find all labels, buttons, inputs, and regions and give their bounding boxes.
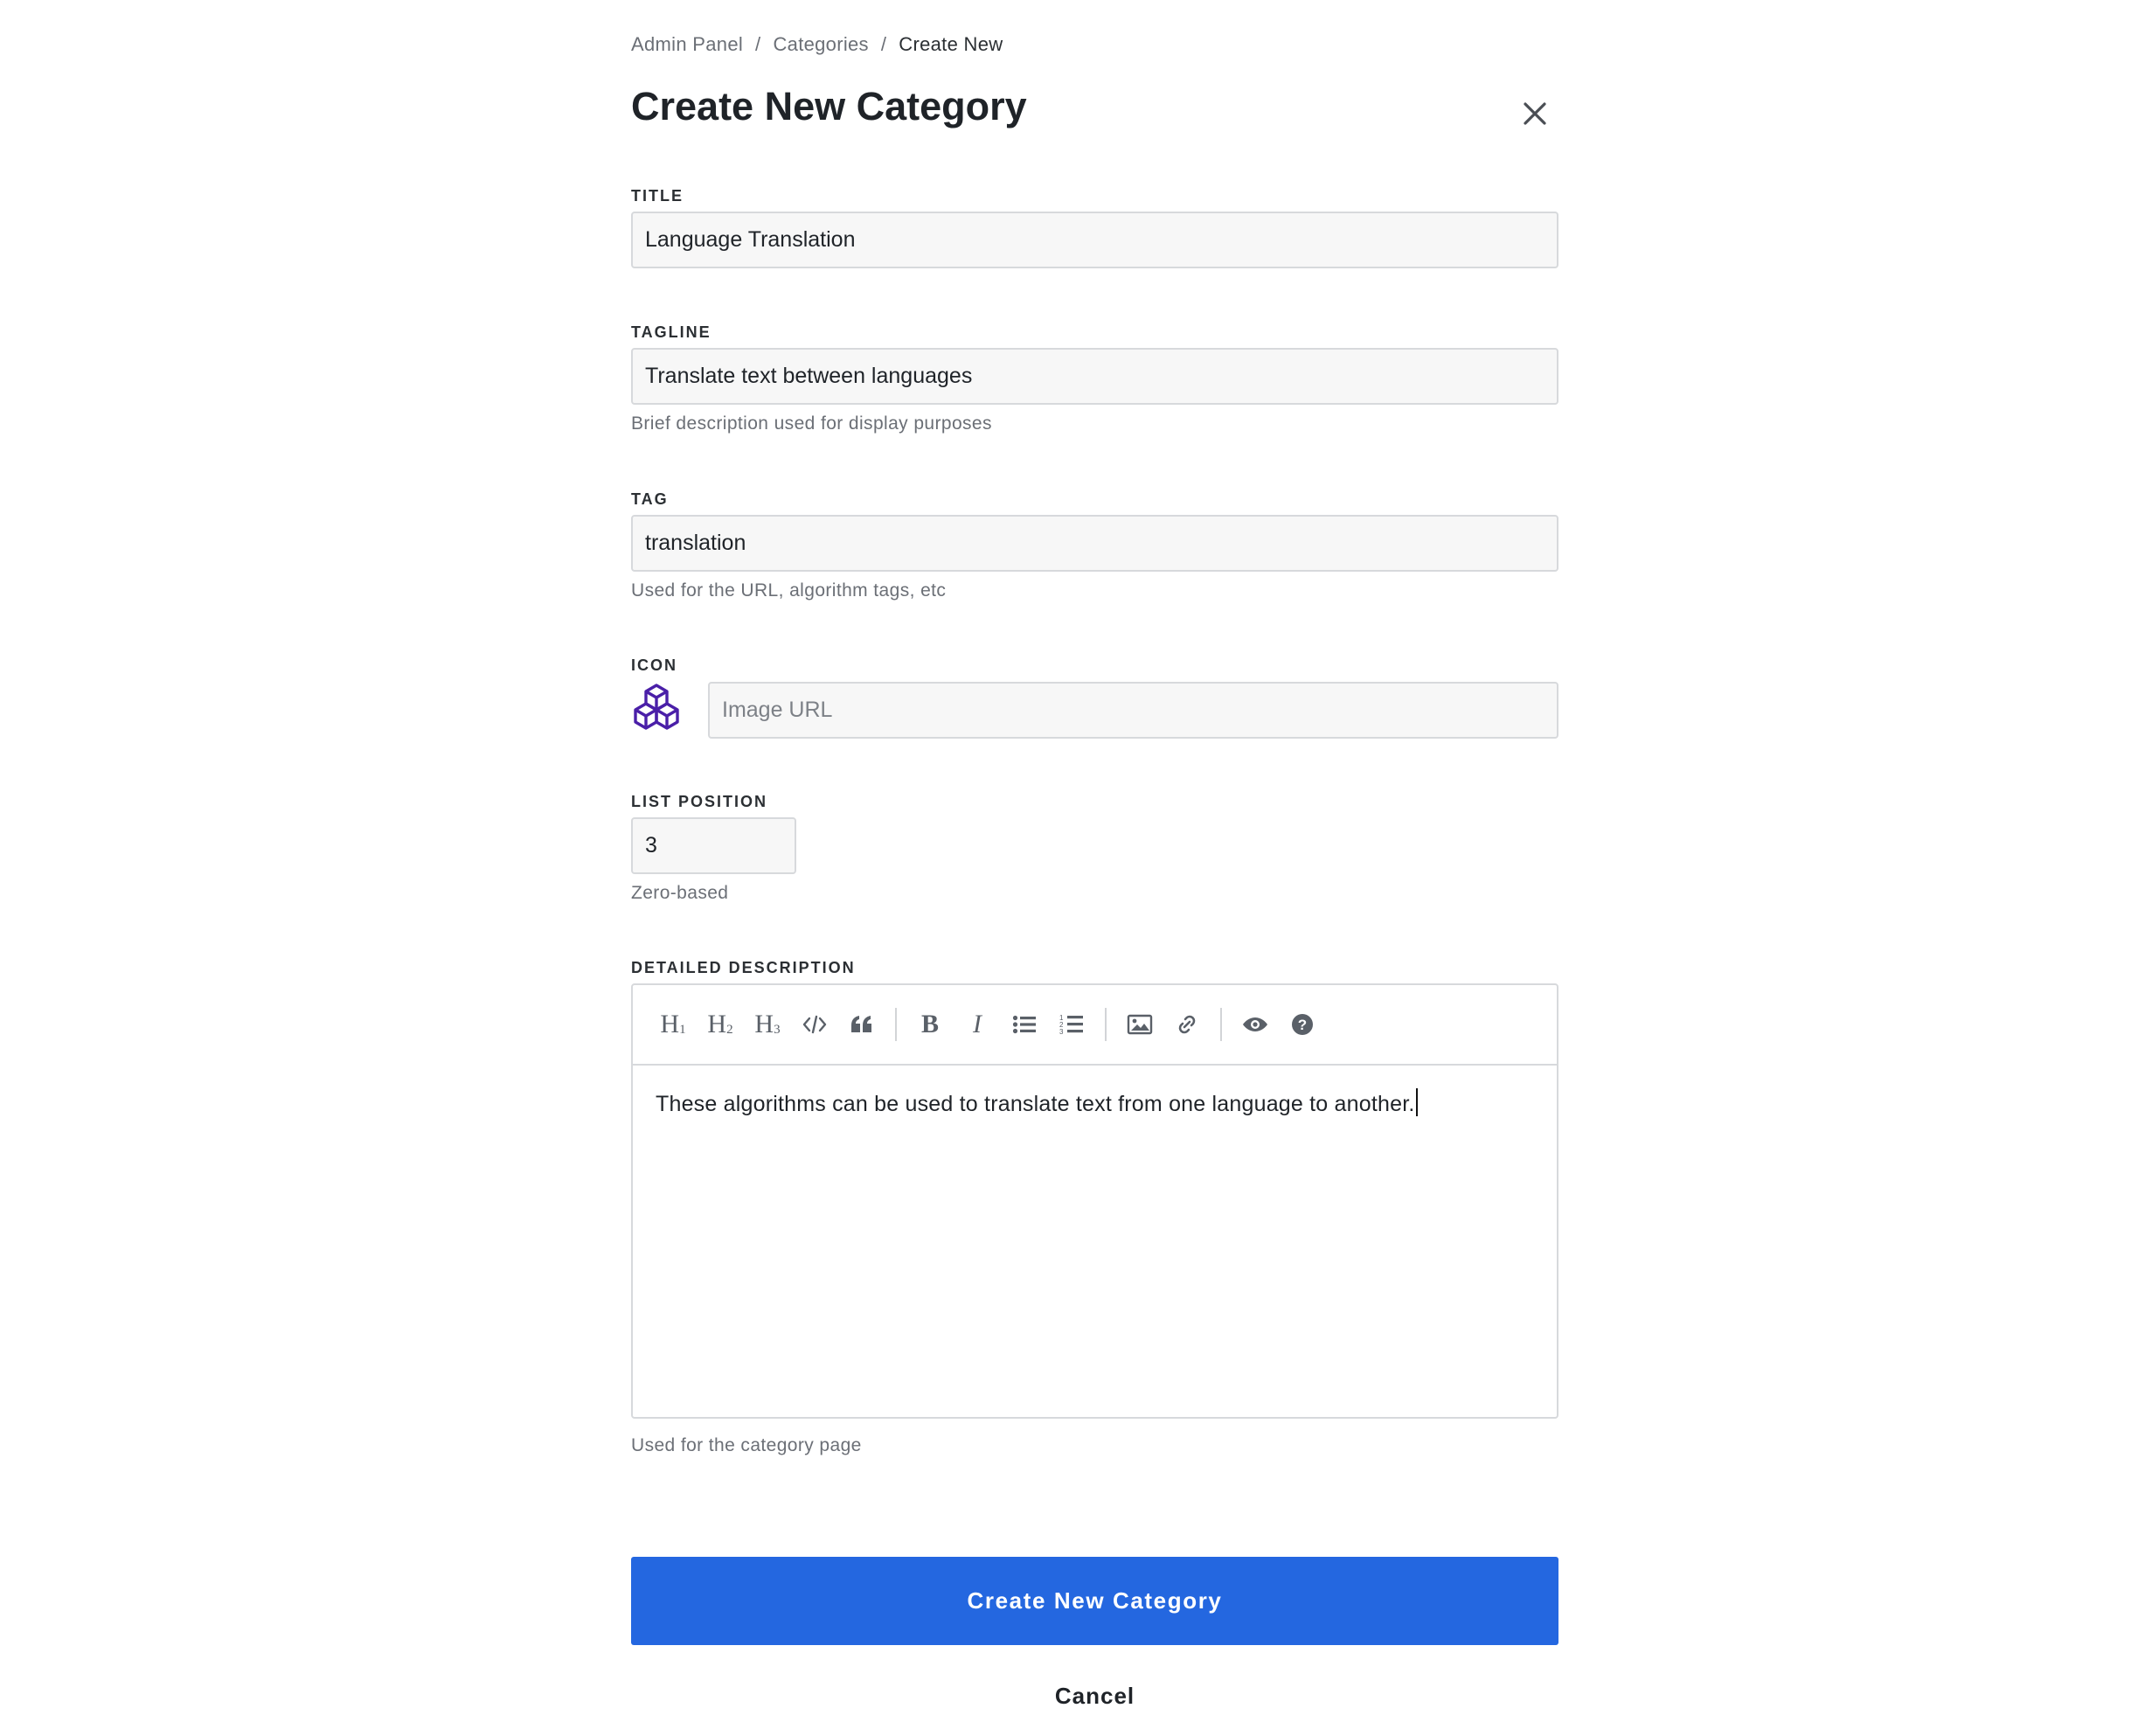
link-icon[interactable] [1168, 1006, 1206, 1043]
icon-url-input[interactable] [708, 682, 1558, 739]
tagline-input[interactable] [631, 348, 1558, 405]
title-input[interactable] [631, 212, 1558, 268]
breadcrumb-item-categories[interactable]: Categories [773, 33, 868, 55]
text-caret [1415, 1088, 1418, 1116]
breadcrumb-item-current: Create New [899, 33, 1003, 55]
cubes-icon [631, 682, 682, 733]
toolbar-divider [895, 1008, 897, 1041]
breadcrumb-separator: / [755, 33, 761, 55]
description-text: These algorithms can be used to translat… [656, 1092, 1415, 1116]
tag-label: TAG [631, 490, 669, 508]
quote-icon[interactable] [843, 1006, 881, 1043]
description-help-text: Used for the category page [631, 1435, 862, 1455]
breadcrumb: Admin Panel / Categories / Create New [631, 33, 1003, 56]
italic-icon[interactable]: I [958, 1006, 996, 1043]
image-icon[interactable] [1121, 1006, 1159, 1043]
code-icon[interactable] [795, 1006, 834, 1043]
bold-icon[interactable]: B [911, 1006, 949, 1043]
icon-label: ICON [631, 656, 677, 674]
toolbar-divider [1105, 1008, 1107, 1041]
toolbar-divider [1220, 1008, 1222, 1041]
description-label: DETAILED DESCRIPTION [631, 959, 856, 976]
heading-2-icon[interactable]: H2 [701, 1006, 739, 1043]
svg-text:?: ? [1298, 1017, 1307, 1033]
tag-input[interactable] [631, 515, 1558, 572]
tagline-label: TAGLINE [631, 323, 712, 341]
cancel-button[interactable]: Cancel [970, 1683, 1219, 1710]
breadcrumb-separator: / [880, 33, 887, 55]
page-title: Create New Category [631, 84, 1027, 128]
list-position-input[interactable] [631, 817, 796, 874]
preview-eye-icon[interactable] [1236, 1006, 1274, 1043]
help-icon[interactable]: ? [1283, 1006, 1322, 1043]
description-textarea[interactable]: These algorithms can be used to translat… [656, 1088, 1418, 1117]
svg-text:3: 3 [1059, 1028, 1064, 1036]
heading-1-icon[interactable]: H1 [654, 1006, 692, 1043]
tagline-help-text: Brief description used for display purpo… [631, 413, 992, 434]
create-category-button[interactable]: Create New Category [631, 1557, 1558, 1645]
close-icon[interactable] [1517, 96, 1552, 131]
markdown-editor: H1 H2 H3 B I 1 2 3 ? These algorithms ca… [631, 983, 1558, 1419]
editor-toolbar: H1 H2 H3 B I 1 2 3 ? [633, 985, 1557, 1066]
title-label: TITLE [631, 187, 684, 205]
ordered-list-icon[interactable]: 1 2 3 [1052, 1006, 1091, 1043]
tag-help-text: Used for the URL, algorithm tags, etc [631, 580, 947, 601]
heading-3-icon[interactable]: H3 [748, 1006, 787, 1043]
breadcrumb-item-admin-panel[interactable]: Admin Panel [631, 33, 743, 55]
list-position-help-text: Zero-based [631, 883, 729, 903]
unordered-list-icon[interactable] [1005, 1006, 1044, 1043]
list-position-label: LIST POSITION [631, 793, 768, 810]
